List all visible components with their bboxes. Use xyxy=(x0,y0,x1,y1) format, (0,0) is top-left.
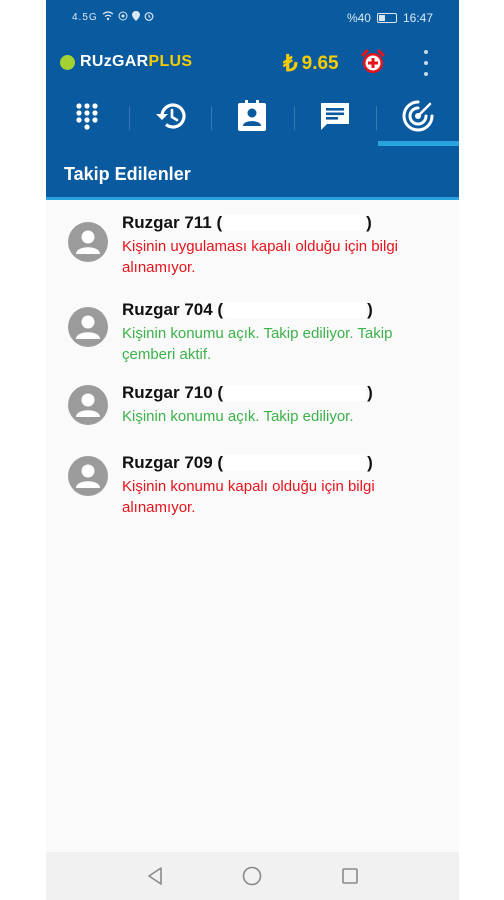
app-bar: RUzGARPLUS ₺ 9.65 xyxy=(46,36,459,90)
followed-list: Ruzgar 711 ( ) Kişinin uygulaması kapalı… xyxy=(46,200,459,528)
contact-name-end: ) xyxy=(366,213,372,232)
page-title: Takip Edilenler xyxy=(64,164,191,184)
contact-name-end: ) xyxy=(367,300,373,319)
contacts-icon xyxy=(237,99,267,137)
balance-amount: 9.65 xyxy=(301,52,339,74)
list-item[interactable]: Ruzgar 709 ( ) Kişinin konumu kapalı old… xyxy=(46,448,459,528)
avatar xyxy=(68,456,108,496)
avatar xyxy=(68,307,108,347)
redacted-number xyxy=(223,215,366,231)
status-bar: 4.5G %40 16:47 xyxy=(46,0,459,36)
redacted-number xyxy=(224,385,367,401)
list-item[interactable]: Ruzgar 704 ( ) Kişinin konumu açık. Taki… xyxy=(46,290,459,378)
contact-name: Ruzgar 711 ( xyxy=(122,213,223,232)
contact-name: Ruzgar 704 ( xyxy=(122,300,224,319)
avatar xyxy=(68,385,108,425)
dialpad-icon xyxy=(75,102,99,135)
list-item[interactable]: Ruzgar 711 ( ) Kişinin uygulaması kapalı… xyxy=(46,200,459,290)
status-left: 4.5G xyxy=(72,11,154,24)
status-text: Kişinin konumu kapalı olduğu için bilgi … xyxy=(122,478,375,516)
alarm-add-icon[interactable] xyxy=(360,49,386,80)
balance-display[interactable]: ₺ 9.65 xyxy=(283,50,339,77)
hotspot-icon xyxy=(118,11,128,24)
ruzgar-plus-logo: RUzGARPLUS xyxy=(60,53,192,71)
recents-icon[interactable] xyxy=(338,864,362,888)
more-vert-icon[interactable] xyxy=(418,50,434,76)
list-item[interactable]: Ruzgar 710 ( ) Kişinin konumu açık. Taki… xyxy=(46,378,459,448)
lira-icon: ₺ xyxy=(283,50,298,76)
battery-icon xyxy=(376,13,397,23)
redacted-number xyxy=(224,455,367,471)
redacted-number xyxy=(224,302,367,318)
phone-screen: 4.5G %40 16:47 RUzGARPLUS ₺ 9.65 Takip E… xyxy=(46,0,459,900)
contact-name: Ruzgar 710 ( xyxy=(122,383,224,402)
tab-messages[interactable] xyxy=(293,90,377,146)
clock: 16:47 xyxy=(402,11,433,25)
avatar xyxy=(68,222,108,262)
tab-history[interactable] xyxy=(128,90,212,146)
network-indicator: 4.5G xyxy=(72,12,98,23)
system-nav-bar xyxy=(46,852,459,900)
status-text: Kişinin konumu açık. Takip ediliyor. Tak… xyxy=(122,325,393,363)
status-right: %40 16:47 xyxy=(347,11,433,25)
wifi-icon xyxy=(102,11,114,24)
back-icon[interactable] xyxy=(143,864,167,888)
tab-tracking[interactable] xyxy=(376,90,459,146)
logo-dot-icon xyxy=(60,54,75,70)
tab-bar xyxy=(46,90,459,146)
location-status-icon xyxy=(131,11,140,24)
history-icon xyxy=(153,101,187,136)
logo-text-plus: PLUS xyxy=(148,53,193,70)
tab-contacts[interactable] xyxy=(211,90,294,146)
contact-name: Ruzgar 709 ( xyxy=(122,453,224,472)
message-icon xyxy=(319,101,351,136)
alarm-status-icon xyxy=(144,11,154,24)
home-icon[interactable] xyxy=(240,864,264,888)
status-text: Kişinin uygulaması kapalı olduğu için bi… xyxy=(122,238,398,276)
contact-name-end: ) xyxy=(367,383,373,402)
battery-percent: %40 xyxy=(346,11,371,25)
location-track-icon xyxy=(401,99,435,138)
status-text: Kişinin konumu açık. Takip ediliyor. xyxy=(122,408,354,425)
contact-name-end: ) xyxy=(367,453,373,472)
tab-dialpad[interactable] xyxy=(46,90,129,146)
section-header: Takip Edilenler xyxy=(46,146,459,200)
logo-text-ruzgar: RUzGAR xyxy=(80,53,149,70)
